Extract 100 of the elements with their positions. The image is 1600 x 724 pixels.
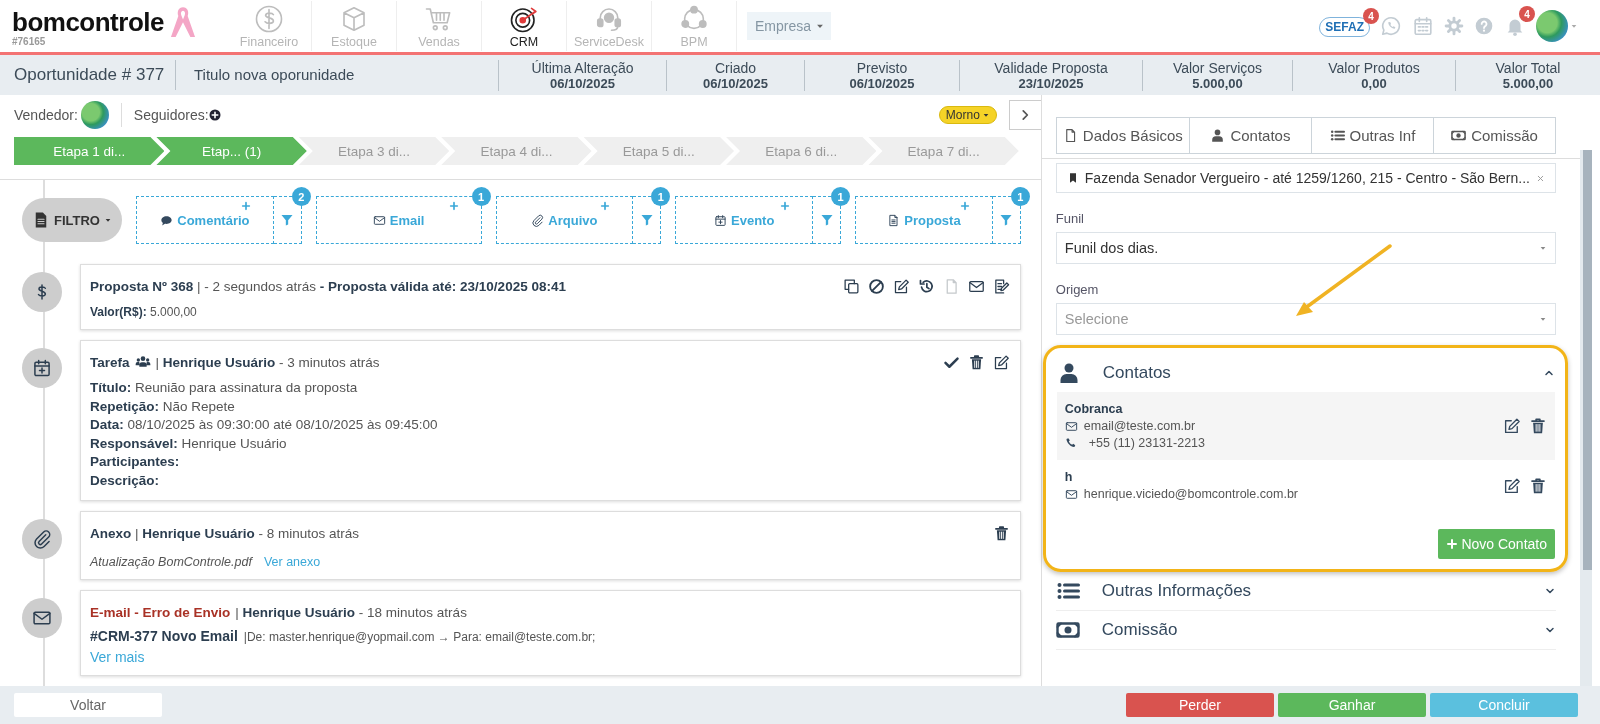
funnel-icon (280, 213, 295, 227)
detail-line: Data: 08/10/2025 às 09:30:00 até 08/10/2025 às 09:45:00 (90, 416, 439, 434)
module-tab[interactable]: BPM (652, 1, 737, 51)
phone-icon (1064, 437, 1077, 449)
trash-icon[interactable] (992, 524, 1010, 542)
caret-icon (1570, 22, 1578, 30)
clear-icon[interactable] (1536, 173, 1545, 183)
trash-icon[interactable] (1529, 417, 1547, 435)
email-meta: |De: master.henrique@yopmail.com → Para: email@teste.com.br; (243, 630, 596, 644)
activity-header: Anexo | Henrique Usuário - 8 minutos atrás (90, 525, 361, 541)
owner-label: Vendedor: (14, 107, 78, 123)
company-select[interactable]: Empresa (747, 12, 831, 40)
count-badge: 2 (291, 187, 311, 206)
module-tab[interactable]: ServiceDesk (567, 1, 652, 51)
module-tab[interactable]: Financeiro (227, 1, 312, 51)
contact-name: h (1064, 470, 1074, 484)
edit-icon[interactable] (1503, 476, 1521, 495)
select-field[interactable]: Funil dos dias. (1055, 232, 1556, 264)
count-badge: 1 (831, 187, 851, 206)
action-button[interactable]: Perder (1126, 693, 1274, 717)
scrollbar[interactable] (1580, 150, 1592, 686)
speech-bubble-icon (160, 213, 174, 227)
opportunity-name: Titulo nova oporunidade (193, 65, 356, 85)
copy-icon[interactable] (842, 277, 860, 295)
address-select[interactable]: Fazenda Senador Vergueiro - até 1259/1260, 215 - Centro - São Bern... (1055, 163, 1556, 193)
field-label: Valor Total (1495, 59, 1561, 76)
section-title[interactable]: Outras Informações (1101, 581, 1522, 601)
field-label: Validade Proposta (994, 59, 1108, 76)
document-edit-icon[interactable] (992, 277, 1010, 295)
detail-line: Responsável: Henrique Usuário (90, 434, 288, 453)
pipeline-stage[interactable]: Etapa 5 di... (583, 137, 735, 165)
edit-icon[interactable] (992, 353, 1010, 371)
detail-line: Repetição: Não Repete (90, 397, 236, 416)
pipeline-stage[interactable]: Etap... (1) (156, 137, 307, 165)
field-label: Criado (714, 59, 757, 76)
activity-header: | Henrique Usuário - 18 minutos atrás (235, 604, 468, 620)
logo: bomcontrole (12, 6, 164, 37)
action-button[interactable]: Ganhar (1278, 693, 1426, 717)
document-icon (887, 213, 901, 227)
file-name: Atualização BomControle.pdf (90, 555, 252, 569)
envelope-icon (1064, 487, 1078, 501)
activity-type-button[interactable]: Arquivo (495, 196, 634, 244)
pipeline-stage[interactable]: Etapa 3 di... (298, 137, 450, 165)
field-value: 5.000,00 (1192, 75, 1243, 91)
envelope-icon (32, 608, 52, 628)
envelope-icon (372, 213, 386, 227)
calendar-plus-icon (714, 213, 727, 227)
action-button[interactable]: Concluir (1430, 693, 1578, 717)
trash-icon[interactable] (1529, 476, 1547, 495)
view-more-link[interactable]: Ver mais (90, 649, 145, 665)
funnel-icon (999, 213, 1014, 227)
edit-icon[interactable] (892, 277, 910, 295)
notification-badge: 4 (1519, 6, 1535, 22)
module-tab[interactable]: Estoque (312, 1, 397, 51)
history-icon[interactable] (917, 277, 935, 295)
count-badge: 1 (1010, 187, 1030, 206)
pipeline-stage[interactable]: Etapa 4 di... (441, 137, 592, 165)
new-contact-button[interactable]: Novo Contato (1438, 529, 1555, 559)
contact-email: email@teste.com.br (1083, 419, 1196, 433)
activity-type-button[interactable]: Proposta (855, 196, 993, 244)
activity-type-button[interactable]: Comentário (136, 196, 274, 244)
module-tab[interactable]: CRM (482, 1, 567, 51)
temperature-dropdown[interactable]: Morno (938, 106, 997, 124)
activity-header: Proposta Nº 368 | - 2 segundos atrás - Proposta válida até: 23/10/2025 08:41 (90, 278, 567, 294)
caret-icon (104, 216, 112, 224)
cancel-icon[interactable] (867, 277, 885, 295)
detail-line: Título: Reunião para assinatura da proposta (90, 379, 359, 397)
envelope-icon (1064, 419, 1078, 433)
view-attachment-link[interactable]: Ver anexo (263, 555, 321, 569)
avatar[interactable] (1536, 10, 1568, 42)
caret-icon (1539, 315, 1547, 323)
error-status: E-mail - Erro de Envio (90, 604, 231, 620)
field-value: 23/10/2025 (1018, 75, 1084, 91)
select-field[interactable]: Selecione (1055, 303, 1556, 335)
add-icon[interactable] (208, 109, 221, 121)
pipeline-stage[interactable]: Etapa 7 di... (868, 137, 1019, 165)
activity-type-button[interactable]: Evento (675, 196, 814, 244)
field-value: 06/10/2025 (702, 75, 769, 91)
field-label: Origem (1055, 282, 1100, 297)
field-value: 5.000,00 (1502, 75, 1554, 91)
section-title[interactable]: Comissão (1101, 620, 1522, 640)
plus-icon (780, 201, 791, 211)
pipeline-stage[interactable]: Etapa 6 di... (726, 137, 877, 165)
contact-phone: +55 (11) 23131-2213 (1088, 436, 1205, 450)
contact-name: Cobranca (1064, 402, 1124, 416)
pipeline-stage[interactable]: Etapa 1 di... (14, 137, 165, 165)
edit-icon[interactable] (1503, 417, 1521, 435)
detail-line: Participantes: (90, 453, 181, 471)
plus-icon (1446, 538, 1459, 550)
funnel-icon (819, 213, 834, 227)
field-label: Valor Produtos (1328, 59, 1420, 76)
field-label: Previsto (856, 59, 908, 76)
calendar-plus-icon (32, 358, 52, 378)
trash-icon[interactable] (967, 353, 985, 371)
banknote-icon (1451, 128, 1467, 143)
back-button[interactable]: Voltar (14, 693, 162, 717)
count-badge: 1 (651, 187, 671, 206)
module-tab[interactable]: Vendas (397, 1, 482, 51)
filter-dropdown[interactable]: FILTRO (22, 198, 122, 242)
section-title[interactable]: Contatos (1102, 363, 1521, 383)
